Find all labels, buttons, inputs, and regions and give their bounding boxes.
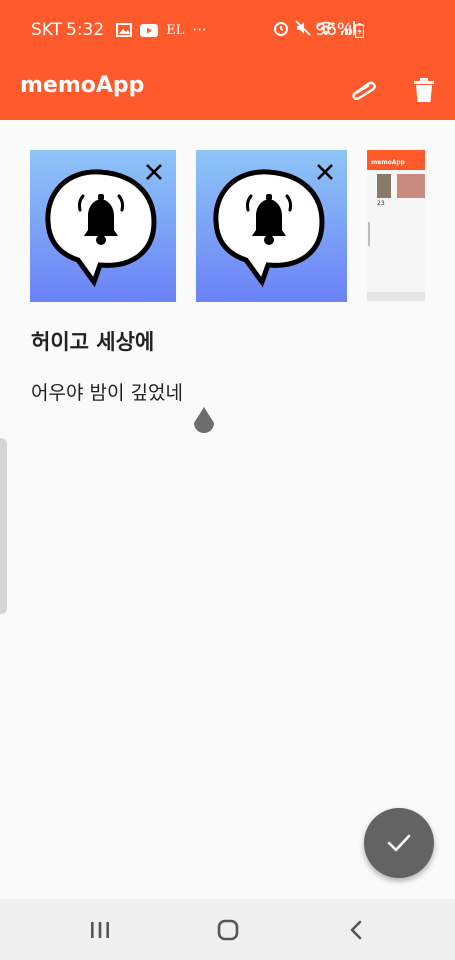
battery-charging-icon [355, 22, 364, 38]
recent-apps-icon [91, 922, 109, 938]
app-bar: memoApp [0, 60, 455, 120]
back-icon [350, 920, 362, 940]
preview-photo [397, 174, 425, 198]
attach-button[interactable] [345, 72, 381, 108]
close-icon[interactable] [317, 164, 333, 180]
attach-icon [352, 81, 376, 100]
check-icon [387, 834, 411, 852]
el-icon: EL [166, 22, 185, 38]
mute-icon [295, 20, 311, 36]
save-button[interactable] [364, 808, 434, 878]
recent-apps-button[interactable] [84, 915, 116, 945]
back-button[interactable] [340, 915, 372, 945]
preview-app-bar: memoApp [367, 150, 425, 170]
youtube-icon [140, 23, 159, 37]
battery-indicator: 96% [315, 20, 364, 40]
alarm-icon [274, 22, 288, 36]
delete-button[interactable] [406, 72, 442, 108]
delete-icon [414, 78, 434, 102]
preview-number: 23 [377, 200, 385, 207]
home-icon [217, 919, 239, 941]
status-left: SKT 5:32 EL ··· [31, 20, 207, 40]
memo-title[interactable]: 허이고 세상에 [31, 326, 154, 356]
memo-body[interactable]: 어우야 밤이 깊었네 [31, 378, 183, 405]
carrier-label: SKT [31, 20, 63, 40]
attachment-thumbnail[interactable] [30, 150, 176, 302]
home-button[interactable] [212, 915, 244, 945]
gallery-icon [116, 23, 133, 37]
app-title: memoApp [20, 73, 145, 98]
close-icon[interactable] [146, 164, 162, 180]
preview-scroll [368, 222, 370, 246]
battery-percent: 96% [315, 20, 353, 40]
preview-photo [377, 174, 391, 198]
app-screenshot-preview[interactable]: memoApp 23 [367, 150, 425, 302]
preview-app-title: memoApp [371, 159, 405, 166]
status-bar: SKT 5:32 EL ··· 96% [0, 0, 455, 60]
text-cursor-handle[interactable] [190, 407, 218, 439]
preview-nav-bar [367, 292, 425, 301]
navigation-bar [0, 899, 455, 960]
edge-panel-handle[interactable] [0, 438, 7, 614]
attachment-thumbnail[interactable] [196, 150, 347, 302]
more-icon: ··· [192, 21, 207, 39]
clock: 5:32 [66, 20, 105, 40]
